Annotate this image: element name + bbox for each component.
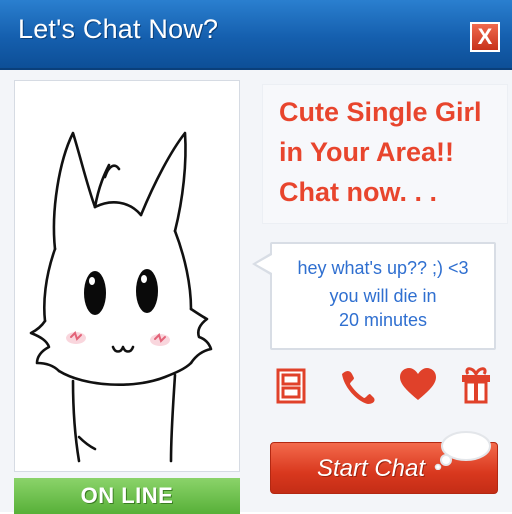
- headline-box: Cute Single Girl in Your Area!! Chat now…: [262, 84, 508, 224]
- bubble-line-1: hey what's up?? ;) <3: [297, 258, 469, 278]
- title-bar: Let's Chat Now? X: [0, 0, 512, 70]
- bubble-line-3: 20 minutes: [338, 310, 428, 330]
- headline-line-1: Cute Single Girl: [279, 97, 482, 127]
- close-button[interactable]: X: [470, 22, 500, 52]
- gift-icon[interactable]: [456, 366, 492, 406]
- heart-icon[interactable]: [398, 366, 436, 406]
- speech-bubble-tail-inner: [256, 255, 272, 273]
- headline-line-3: Chat now. . .: [279, 177, 437, 207]
- headline-line-2: in Your Area!!: [279, 137, 455, 167]
- speech-bubble: hey what's up?? ;) <3 you will die in 20…: [270, 242, 496, 350]
- chat-popup-window: Let's Chat Now? X ON LINE Cute Single Gi…: [0, 0, 512, 514]
- popup-content: ON LINE Cute Single Girl in Your Area!! …: [0, 70, 512, 514]
- online-status-badge: ON LINE: [14, 478, 240, 514]
- video-icon[interactable]: [274, 366, 310, 406]
- bubble-line-2: you will die in: [329, 286, 437, 306]
- phone-icon[interactable]: [336, 366, 375, 406]
- chat-cloud-icon: [432, 426, 494, 471]
- window-title: Let's Chat Now?: [18, 14, 219, 44]
- cat-character-illustration: [29, 131, 213, 463]
- profile-photo: [14, 80, 240, 472]
